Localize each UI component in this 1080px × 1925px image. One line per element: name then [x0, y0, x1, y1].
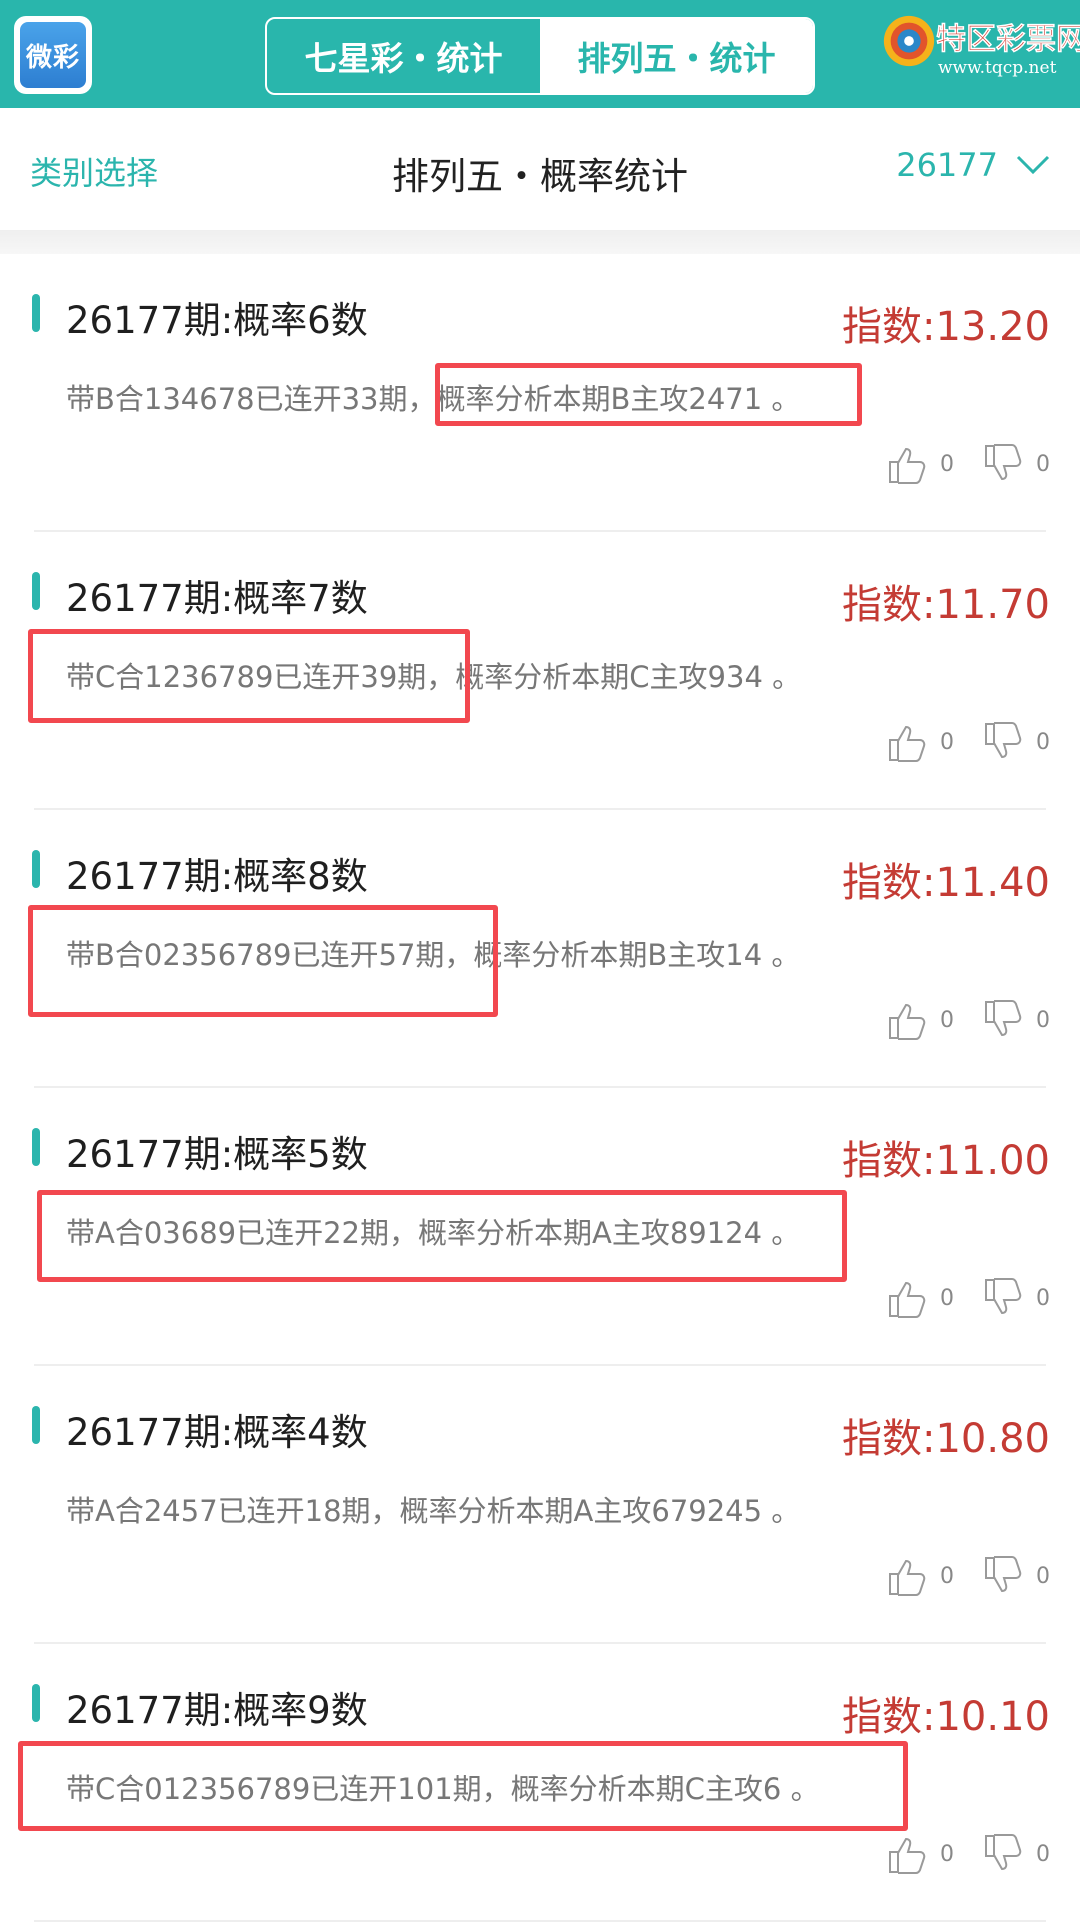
like-count: 0	[940, 1841, 954, 1867]
like-count: 0	[940, 451, 954, 477]
vote-actions: 0 0	[886, 1276, 1050, 1320]
item-title: 26177期:概率7数	[66, 577, 368, 620]
vote-actions: 0 0	[886, 998, 1050, 1042]
dislike-count: 0	[1036, 1007, 1050, 1033]
lottery-tab-switcher: 七星彩・统计 排列五・统计	[265, 17, 815, 95]
dislike-count: 0	[1036, 1285, 1050, 1311]
section-gap	[0, 230, 1080, 254]
title-marker	[32, 572, 40, 610]
dislike-count: 0	[1036, 729, 1050, 755]
dislike-count: 0	[1036, 451, 1050, 477]
thumbs-up-icon	[889, 1559, 926, 1596]
item-description: 带A合2457已连开18期，概率分析本期A主攻679245 。	[66, 1494, 801, 1528]
item-description: 带B合02356789已连开57期，概率分析本期B主攻14 。	[66, 938, 801, 972]
like-button[interactable]: 0	[886, 442, 954, 486]
dislike-button[interactable]: 0	[982, 1276, 1050, 1320]
vote-actions: 0 0	[886, 442, 1050, 486]
dislike-button[interactable]: 0	[982, 1554, 1050, 1598]
probability-list: 26177期:概率6数 指数:13.20 带B合134678已连开33期，概率分…	[0, 254, 1080, 1922]
brand-url: www.tqcp.net	[938, 58, 1057, 78]
item-title: 26177期:概率5数	[66, 1133, 368, 1176]
like-button[interactable]: 0	[886, 998, 954, 1042]
thumbs-up-icon	[889, 1281, 926, 1318]
issue-number: 26177	[896, 146, 998, 184]
item-index: 指数:11.40	[842, 860, 1050, 906]
item-description: 带A合03689已连开22期，概率分析本期A主攻89124 。	[66, 1216, 801, 1250]
list-item: 26177期:概率5数 指数:11.00 带A合03689已连开22期，概率分析…	[0, 1088, 1080, 1366]
app-logo[interactable]: 微彩	[14, 16, 92, 94]
thumbs-down-icon	[985, 1000, 1022, 1037]
app-logo-text: 微彩	[20, 22, 86, 88]
thumbs-up-icon	[889, 1003, 926, 1040]
item-index: 指数:10.80	[842, 1416, 1050, 1462]
like-count: 0	[940, 1007, 954, 1033]
item-description: 带C合1236789已连开39期，概率分析本期C主攻934 。	[66, 660, 802, 694]
brand-swirl-icon	[883, 15, 935, 67]
item-index: 指数:10.10	[842, 1694, 1050, 1740]
thumbs-down-icon	[985, 1278, 1022, 1315]
brand-name: 特区彩票网	[936, 22, 1080, 58]
item-index: 指数:11.70	[842, 582, 1050, 628]
list-item: 26177期:概率9数 指数:10.10 带C合012356789已连开101期…	[0, 1644, 1080, 1922]
thumbs-up-icon	[889, 447, 926, 484]
thumbs-down-icon	[985, 1834, 1022, 1871]
tab-qixingcai-stats[interactable]: 七星彩・统计	[267, 19, 540, 93]
dislike-button[interactable]: 0	[982, 442, 1050, 486]
thumbs-up-icon	[889, 1837, 926, 1874]
like-button[interactable]: 0	[886, 1832, 954, 1876]
like-count: 0	[940, 1563, 954, 1589]
item-title: 26177期:概率9数	[66, 1689, 368, 1732]
item-title: 26177期:概率6数	[66, 299, 368, 342]
tab-pailiewu-stats[interactable]: 排列五・统计	[540, 19, 813, 93]
issue-dropdown[interactable]: 26177	[896, 146, 1050, 184]
like-button[interactable]: 0	[886, 1554, 954, 1598]
title-marker	[32, 850, 40, 888]
item-title: 26177期:概率4数	[66, 1411, 368, 1454]
item-description: 带B合134678已连开33期，概率分析本期B主攻2471 。	[66, 382, 801, 416]
top-bar: 微彩 七星彩・统计 排列五・统计 特区彩票网 www.tqcp.net	[0, 0, 1080, 108]
brand-watermark: 特区彩票网 www.tqcp.net	[880, 8, 1080, 98]
thumbs-down-icon	[985, 1556, 1022, 1593]
title-marker	[32, 1128, 40, 1166]
dislike-button[interactable]: 0	[982, 720, 1050, 764]
like-button[interactable]: 0	[886, 1276, 954, 1320]
thumbs-up-icon	[889, 725, 926, 762]
dislike-button[interactable]: 0	[982, 1832, 1050, 1876]
vote-actions: 0 0	[886, 1554, 1050, 1598]
item-description: 带C合012356789已连开101期，概率分析本期C主攻6 。	[66, 1772, 820, 1806]
title-marker	[32, 1684, 40, 1722]
item-index: 指数:13.20	[842, 304, 1050, 350]
sub-header: 类别选择 排列五・概率统计 26177	[0, 108, 1080, 230]
thumbs-down-icon	[985, 722, 1022, 759]
list-item: 26177期:概率6数 指数:13.20 带B合134678已连开33期，概率分…	[0, 254, 1080, 532]
vote-actions: 0 0	[886, 1832, 1050, 1876]
chevron-down-icon	[1016, 155, 1050, 175]
thumbs-down-icon	[985, 444, 1022, 481]
dislike-button[interactable]: 0	[982, 998, 1050, 1042]
divider	[34, 1920, 1046, 1922]
like-button[interactable]: 0	[886, 720, 954, 764]
list-item: 26177期:概率8数 指数:11.40 带B合02356789已连开57期，概…	[0, 810, 1080, 1088]
list-item: 26177期:概率7数 指数:11.70 带C合1236789已连开39期，概率…	[0, 532, 1080, 810]
item-title: 26177期:概率8数	[66, 855, 368, 898]
dislike-count: 0	[1036, 1563, 1050, 1589]
vote-actions: 0 0	[886, 720, 1050, 764]
title-marker	[32, 1406, 40, 1444]
like-count: 0	[940, 1285, 954, 1311]
list-item: 26177期:概率4数 指数:10.80 带A合2457已连开18期，概率分析本…	[0, 1366, 1080, 1644]
like-count: 0	[940, 729, 954, 755]
title-marker	[32, 294, 40, 332]
dislike-count: 0	[1036, 1841, 1050, 1867]
item-index: 指数:11.00	[842, 1138, 1050, 1184]
